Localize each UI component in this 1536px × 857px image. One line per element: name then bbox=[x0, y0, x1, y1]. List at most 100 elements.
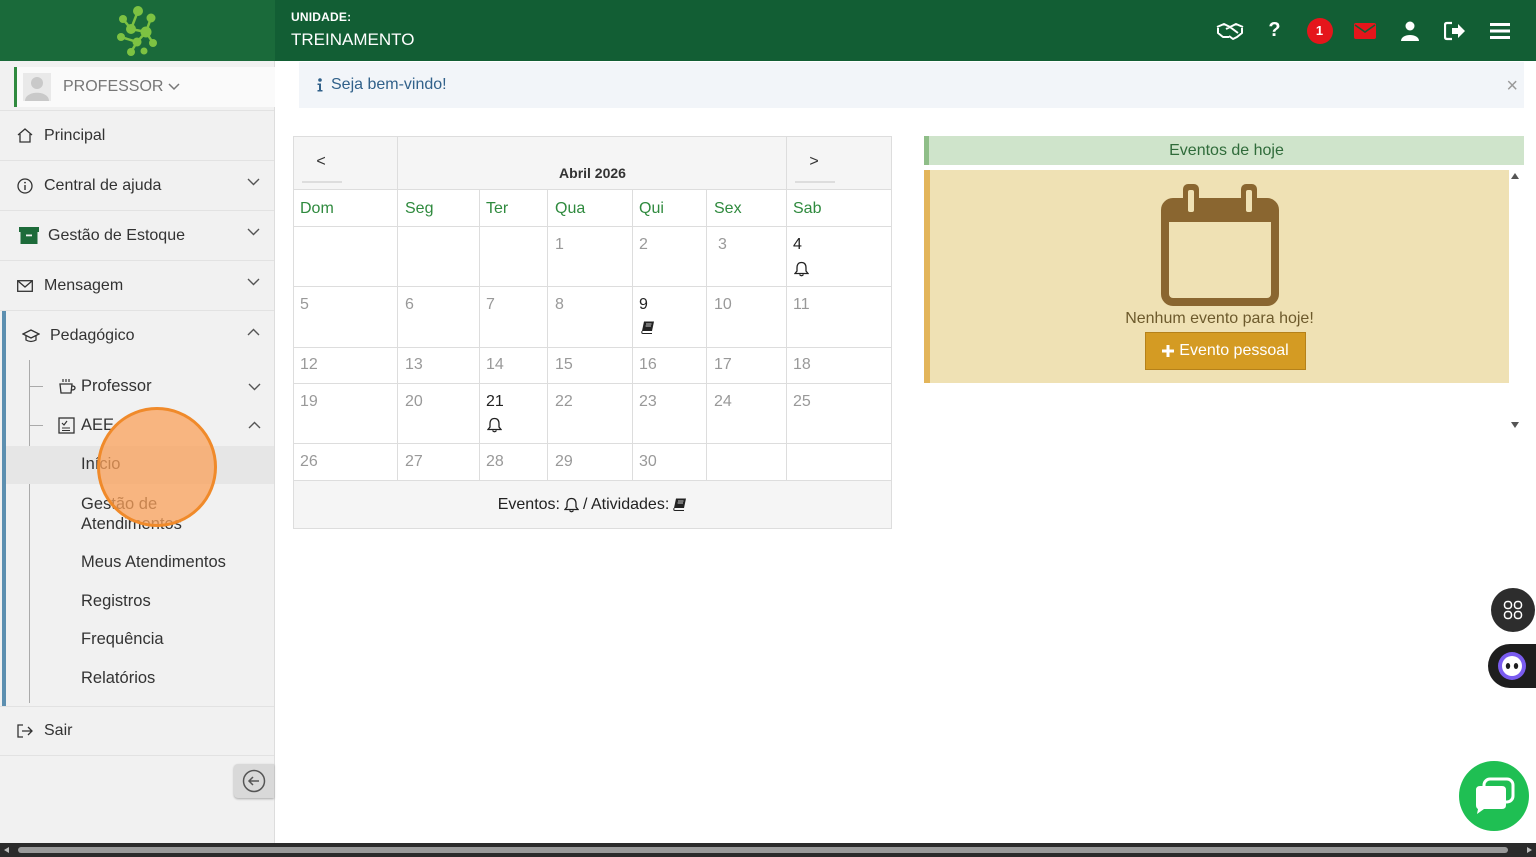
calendar-day[interactable]: 14 bbox=[486, 356, 504, 374]
checklist-icon bbox=[58, 417, 75, 434]
calendar-day[interactable]: 13 bbox=[405, 356, 423, 374]
sidebar-item-gestao-de-estoque[interactable]: Gestão de Estoque bbox=[0, 210, 274, 260]
notification-badge: 1 bbox=[1306, 17, 1333, 44]
archive-box-icon bbox=[19, 227, 39, 244]
calendar-day[interactable]: 15 bbox=[555, 356, 573, 374]
calendar-day[interactable]: 11 bbox=[793, 296, 810, 314]
month-title: Abril 2026 bbox=[559, 165, 626, 181]
calendar-day[interactable]: 17 bbox=[714, 356, 732, 374]
calendar-day[interactable]: 27 bbox=[405, 453, 423, 471]
weekday-label: Qua bbox=[555, 200, 586, 217]
help-icon[interactable]: ? bbox=[1252, 0, 1297, 61]
scroll-left-arrow[interactable] bbox=[4, 847, 9, 853]
sidebar-item-central-de-ajuda[interactable]: Central de ajuda bbox=[0, 160, 274, 210]
calendar-day[interactable]: 20 bbox=[405, 393, 423, 411]
chevron-down-icon bbox=[247, 228, 260, 236]
header-actions: ? 1 bbox=[1207, 0, 1522, 61]
calendar-day[interactable]: 16 bbox=[639, 356, 657, 374]
calendar-day[interactable]: 3 bbox=[718, 236, 727, 254]
chevron-down-icon bbox=[247, 278, 260, 286]
calendar-day[interactable]: 5 bbox=[300, 296, 309, 314]
calendar-day[interactable]: 26 bbox=[300, 453, 318, 471]
close-alert-button[interactable]: × bbox=[1506, 75, 1518, 98]
next-month-button[interactable]: > bbox=[787, 137, 891, 190]
logo-icon bbox=[116, 5, 157, 56]
apps-grid-button[interactable] bbox=[1491, 588, 1535, 632]
sidebar-item-registros[interactable]: Registros bbox=[81, 592, 151, 611]
sidebar-item-relatorios[interactable]: Relatórios bbox=[81, 669, 155, 688]
mail-icon[interactable] bbox=[1342, 0, 1387, 61]
calendar-day[interactable]: 25 bbox=[793, 393, 811, 411]
sidebar-item-inicio[interactable]: Início bbox=[81, 455, 120, 474]
weekday-label: Seg bbox=[405, 200, 434, 217]
hamburger-menu-icon[interactable] bbox=[1477, 0, 1522, 61]
scroll-up-arrow[interactable] bbox=[1511, 173, 1519, 179]
collapse-sidebar-button[interactable] bbox=[234, 764, 274, 798]
sidebar-item-aee[interactable]: AEE bbox=[58, 416, 114, 435]
plus-icon bbox=[1162, 345, 1175, 357]
sidebar-item-label: Professor bbox=[81, 377, 152, 395]
bell-icon[interactable] bbox=[487, 417, 502, 433]
chevron-down-icon bbox=[168, 83, 180, 91]
add-personal-event-button[interactable]: Evento pessoal bbox=[1145, 332, 1306, 370]
logout-icon[interactable] bbox=[1432, 0, 1477, 61]
user-icon[interactable] bbox=[1387, 0, 1432, 61]
sidebar-item-frequencia[interactable]: Frequência bbox=[81, 630, 164, 649]
calendar-day[interactable]: 7 bbox=[486, 296, 495, 314]
weekday-label: Ter bbox=[486, 200, 509, 217]
weekday-label: Sex bbox=[714, 200, 742, 217]
calendar-day[interactable]: 22 bbox=[555, 393, 573, 411]
logo[interactable] bbox=[0, 0, 275, 61]
handshake-icon[interactable] bbox=[1207, 0, 1252, 61]
sidebar-item-label: Mensagem bbox=[44, 276, 124, 294]
unit-name[interactable]: TREINAMENTO bbox=[291, 30, 414, 50]
assistant-bot-button[interactable] bbox=[1488, 644, 1536, 688]
events-today-title: Eventos de hoje bbox=[924, 136, 1524, 165]
bell-icon[interactable] bbox=[794, 261, 809, 277]
calendar-day[interactable]: 19 bbox=[300, 393, 318, 411]
calendar-day[interactable]: 28 bbox=[486, 453, 504, 471]
calendar-day[interactable]: 4 bbox=[793, 236, 802, 254]
calendar-day[interactable]: 12 bbox=[300, 356, 318, 374]
sidebar-item-professor[interactable]: Professor bbox=[58, 377, 152, 396]
profile-dropdown[interactable]: PROFESSOR bbox=[14, 67, 275, 107]
weekday-label: Dom bbox=[300, 200, 334, 217]
calendar-day[interactable]: 9 bbox=[639, 296, 648, 314]
scroll-down-arrow[interactable] bbox=[1511, 422, 1519, 428]
chevron-down-icon[interactable] bbox=[248, 383, 261, 391]
sidebar-item-pedagogico[interactable]: Pedagógico bbox=[0, 310, 274, 360]
prev-month-button[interactable]: < bbox=[294, 137, 398, 190]
sidebar-item-principal[interactable]: Principal bbox=[0, 110, 274, 160]
info-icon bbox=[317, 78, 323, 92]
tree-line bbox=[29, 360, 30, 703]
horizontal-scrollbar[interactable] bbox=[0, 843, 1536, 857]
calendar-day[interactable]: 24 bbox=[714, 393, 732, 411]
top-header: UNIDADE: TREINAMENTO ? 1 bbox=[0, 0, 1536, 61]
sidebar-item-mensagem[interactable]: Mensagem bbox=[0, 260, 274, 310]
sidebar-item-sair[interactable]: Sair bbox=[0, 706, 274, 756]
notifications-button[interactable]: 1 bbox=[1297, 0, 1342, 61]
calendar-day[interactable]: 1 bbox=[555, 236, 564, 254]
calendar-day[interactable]: 6 bbox=[405, 296, 414, 314]
calendar-day[interactable]: 21 bbox=[486, 393, 504, 411]
sidebar-item-gestao-de-atendimentos[interactable]: Gestão de Atendimentos bbox=[81, 494, 182, 534]
calendar-day[interactable]: 29 bbox=[555, 453, 573, 471]
scrollbar-thumb[interactable] bbox=[18, 847, 1508, 853]
chat-bubble-icon bbox=[1476, 777, 1515, 814]
chat-button[interactable] bbox=[1459, 761, 1529, 831]
scroll-right-arrow[interactable] bbox=[1527, 847, 1532, 853]
sidebar-item-label: AEE bbox=[81, 416, 115, 434]
calendar-day[interactable]: 8 bbox=[555, 296, 564, 314]
sidebar-item-label: Pedagógico bbox=[50, 326, 135, 344]
calendar-day[interactable]: 18 bbox=[793, 356, 811, 374]
welcome-alert: Seja bem-vindo! × bbox=[299, 62, 1524, 108]
calendar-day[interactable]: 10 bbox=[714, 296, 732, 314]
chevron-up-icon[interactable] bbox=[248, 421, 261, 429]
calendar-day[interactable]: 2 bbox=[639, 236, 648, 254]
calendar: < Abril 2026 > Dom Seg Ter Qua Qui Sex S… bbox=[293, 136, 892, 529]
book-icon[interactable] bbox=[641, 321, 655, 334]
events-today-panel: Nenhum evento para hoje! Evento pessoal bbox=[924, 170, 1509, 383]
calendar-day[interactable]: 30 bbox=[639, 453, 657, 471]
sidebar-item-meus-atendimentos[interactable]: Meus Atendimentos bbox=[81, 553, 226, 572]
calendar-day[interactable]: 23 bbox=[639, 393, 657, 411]
